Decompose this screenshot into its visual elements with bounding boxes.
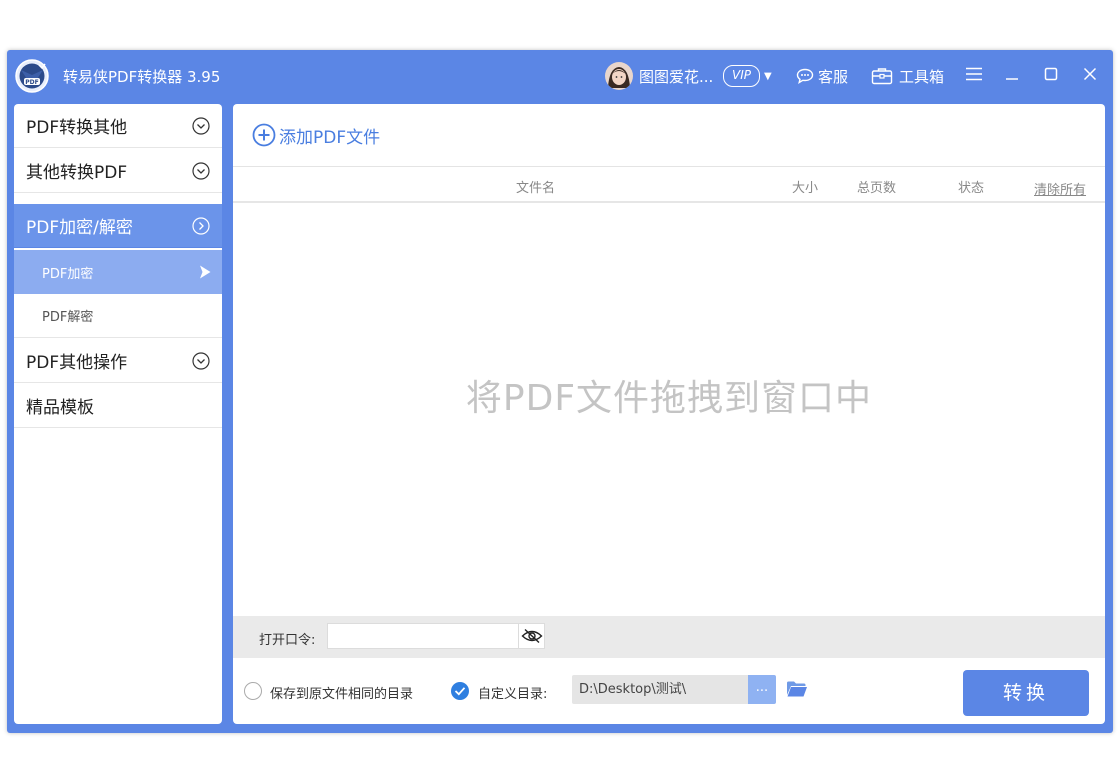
save-same-dir-radio[interactable] [244,682,262,700]
sidebar-item-label: PDF转换其他 [26,118,128,138]
column-header-filename: 文件名 [516,181,556,196]
maximize-icon [1044,67,1058,85]
output-options: 保存到原文件相同的目录 自定义目录: D:\Desktop\测试\ ... 转换 [233,658,1105,724]
folder-icon [787,681,807,697]
sidebar-item-pdf-encrypt-decrypt[interactable]: PDF加密/解密 [14,204,222,248]
eye-slash-icon [520,628,543,644]
sidebar-item-label: PDF加密/解密 [26,218,133,238]
user-account[interactable]: 图图爱花... [605,50,713,102]
sidebar-subitem-pdf-encrypt[interactable]: PDF加密 [14,250,222,294]
sidebar-item-templates[interactable]: 精品模板 [14,384,222,428]
app-window: PDF 转易侠PDF转换器 3.95 图图爱花... VIP ▼ 客服 工具箱 … [7,50,1113,733]
minimize-button[interactable] [1005,50,1019,102]
column-header-size: 大小 [792,181,819,196]
sidebar-item-pdf-to-other[interactable]: PDF转换其他 [14,104,222,148]
toggle-password-visibility-button[interactable] [519,623,545,649]
maximize-button[interactable] [1044,50,1058,102]
menu-button[interactable] [965,50,983,102]
close-icon [1083,67,1097,85]
chevron-down-icon [192,162,210,180]
service-button[interactable]: 客服 [796,50,848,102]
toolbox-button[interactable]: 工具箱 [871,50,944,102]
minimize-icon [1005,67,1019,85]
custom-dir-field[interactable]: D:\Desktop\测试\ [572,675,748,704]
vip-button[interactable]: VIP ▼ [723,50,772,102]
sidebar-item-other-to-pdf[interactable]: 其他转换PDF [14,149,222,193]
add-pdf-file-button[interactable]: 添加PDF文件 [252,122,380,148]
sidebar-item-label: 精品模板 [26,398,94,418]
app-logo-icon: PDF [15,59,49,93]
plus-circle-icon [252,123,276,147]
save-same-dir-label: 保存到原文件相同的目录 [270,687,414,702]
open-folder-button[interactable] [786,680,808,700]
toolbox-icon [871,67,893,85]
chevron-down-icon [192,117,210,135]
column-header-pages: 总页数 [857,181,897,196]
custom-dir-label: 自定义目录: [478,687,548,702]
chevron-down-icon [192,352,210,370]
check-icon [454,687,466,696]
toolbox-label: 工具箱 [899,67,945,86]
password-input[interactable] [327,623,519,649]
file-table-header: 文件名 大小 总页数 状态 清除所有 [233,166,1105,203]
browse-dir-button[interactable]: ... [748,675,776,704]
chat-icon [796,68,814,84]
title-bar: PDF 转易侠PDF转换器 3.95 图图爱花... VIP ▼ 客服 工具箱 [7,50,1113,102]
drop-zone-hint: 将PDF文件拖拽到窗口中 [465,378,873,419]
add-pdf-file-label: 添加PDF文件 [279,127,381,148]
sidebar-item-label: PDF其他操作 [26,353,128,373]
user-name: 图图爱花... [639,67,714,86]
sidebar-subitem-label: PDF加密 [42,266,94,282]
convert-button[interactable]: 转换 [963,670,1089,716]
close-button[interactable] [1083,50,1097,102]
sidebar-item-label: 其他转换PDF [26,163,128,183]
sidebar-subitem-label: PDF解密 [42,310,94,325]
custom-dir-checkbox[interactable] [451,682,469,700]
sidebar: PDF转换其他 其他转换PDF PDF加密/解密 PDF加密 PDF解密 PDF… [14,104,222,724]
chevron-down-icon: ▼ [763,70,772,82]
password-label: 打开口令: [259,633,316,648]
user-avatar-icon [605,62,633,90]
circle-chevron-icon [192,217,210,235]
sidebar-subitem-pdf-decrypt[interactable]: PDF解密 [14,294,222,338]
logo-text: PDF [25,79,38,86]
app-title: 转易侠PDF转换器 3.95 [63,68,221,86]
vip-badge: VIP [723,65,760,87]
menu-icon [965,67,983,85]
column-header-status: 状态 [958,181,985,196]
arrow-right-icon [200,265,211,279]
main-panel: 添加PDF文件 文件名 大小 总页数 状态 清除所有 将PDF文件拖拽到窗口中 … [233,104,1105,724]
clear-all-link[interactable]: 清除所有 [1034,179,1086,198]
service-label: 客服 [818,67,849,86]
sidebar-item-pdf-other-ops[interactable]: PDF其他操作 [14,339,222,383]
password-bar: 打开口令: [233,616,1105,658]
